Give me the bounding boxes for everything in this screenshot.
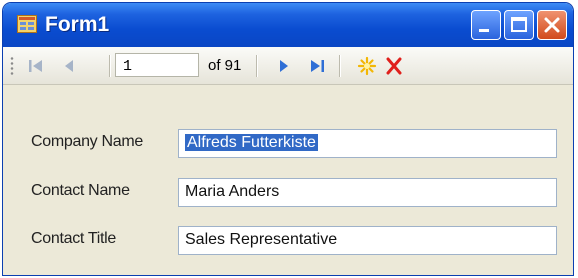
maximize-icon bbox=[511, 17, 527, 32]
maximize-button[interactable] bbox=[504, 10, 534, 40]
move-first-icon[interactable] bbox=[23, 53, 49, 79]
company-name-field[interactable]: Alfreds Futterkiste bbox=[178, 129, 557, 158]
toolbar-separator bbox=[339, 55, 341, 77]
form-body: Company Name Alfreds Futterkiste Contact… bbox=[3, 85, 573, 275]
toolbar-grip[interactable] bbox=[10, 56, 14, 76]
contact-name-label: Contact Name bbox=[31, 182, 130, 199]
toolbar-separator bbox=[256, 55, 258, 77]
delete-icon[interactable] bbox=[381, 53, 407, 79]
contact-name-value: Maria Anders bbox=[185, 183, 280, 200]
close-button[interactable] bbox=[537, 10, 567, 40]
company-name-label: Company Name bbox=[31, 133, 144, 150]
record-count-label: of 91 bbox=[208, 57, 242, 74]
company-name-value: Alfreds Futterkiste bbox=[185, 134, 318, 151]
contact-name-field[interactable]: Maria Anders bbox=[178, 178, 557, 207]
title-bar[interactable]: Form1 bbox=[3, 3, 573, 47]
toolbar-separator bbox=[109, 55, 111, 77]
close-icon bbox=[544, 17, 560, 33]
minimize-button[interactable] bbox=[471, 10, 501, 40]
binding-navigator-toolbar: of 91 bbox=[3, 47, 573, 85]
contact-title-field[interactable]: Sales Representative bbox=[178, 226, 557, 255]
move-previous-icon[interactable] bbox=[57, 53, 83, 79]
window-title: Form1 bbox=[45, 13, 110, 36]
contact-title-label: Contact Title bbox=[31, 230, 117, 247]
move-last-icon[interactable] bbox=[304, 53, 330, 79]
minimize-icon bbox=[479, 29, 489, 32]
contact-title-value: Sales Representative bbox=[185, 231, 338, 248]
app-form-icon bbox=[17, 15, 37, 33]
add-new-icon[interactable] bbox=[354, 53, 380, 79]
position-input[interactable] bbox=[115, 53, 199, 77]
move-next-icon[interactable] bbox=[271, 53, 297, 79]
form-window: Form1 of 91 bbox=[3, 3, 573, 275]
